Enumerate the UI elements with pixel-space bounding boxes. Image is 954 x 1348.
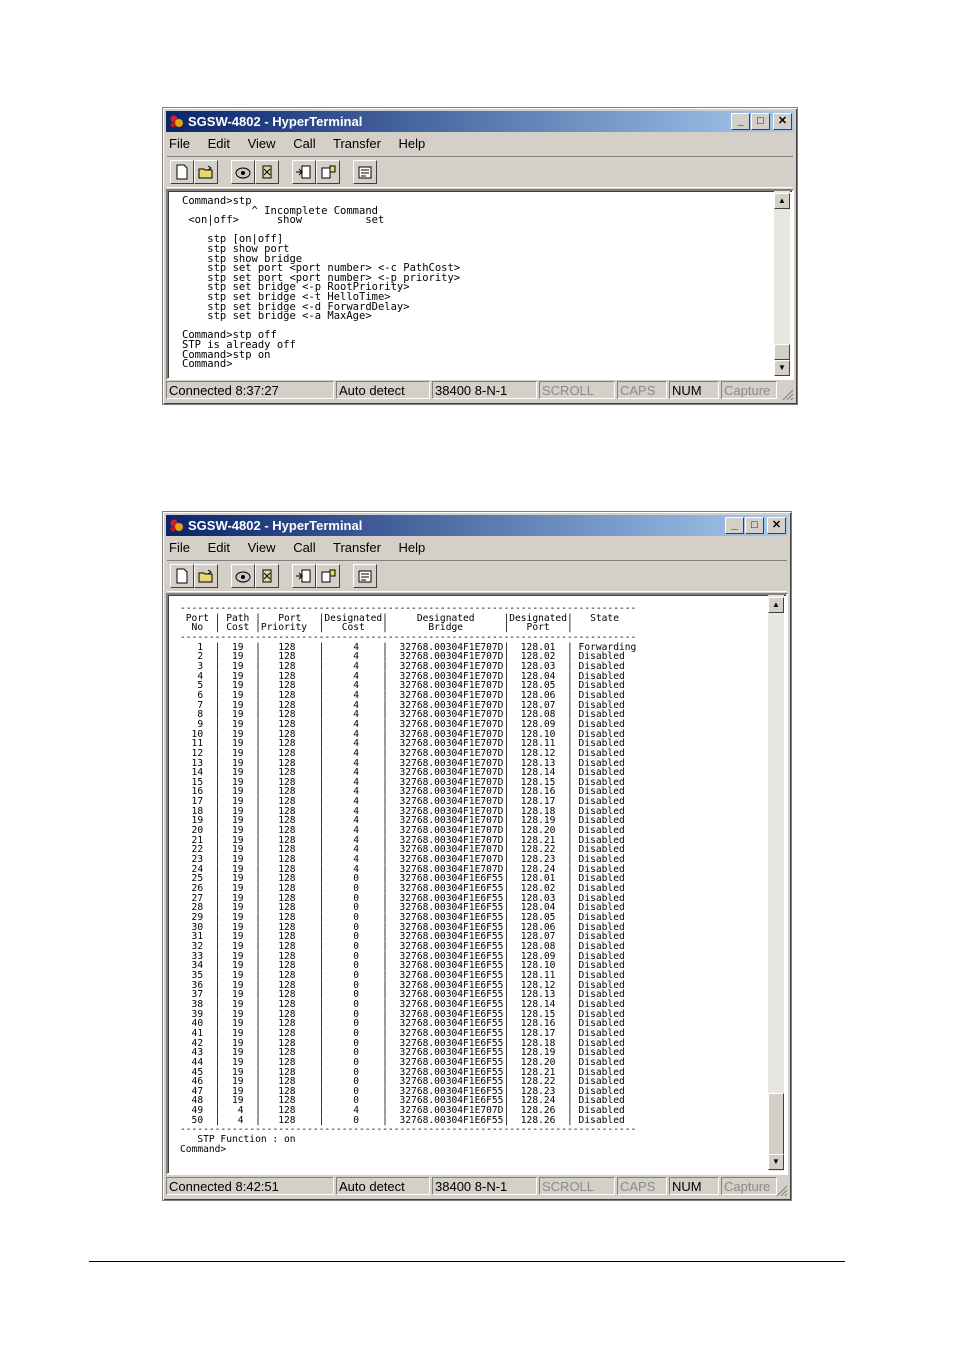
send-icon xyxy=(296,165,311,179)
menu-view[interactable]: View xyxy=(248,540,276,555)
scroll-down-button[interactable]: ▼ xyxy=(774,360,790,376)
terminal-output: Command>stp ^ Incomplete Command <on|off… xyxy=(182,196,460,371)
terminal-line: Command> xyxy=(180,1143,227,1155)
vertical-scrollbar[interactable]: ▲ ▼ xyxy=(768,595,784,1171)
minimize-button[interactable]: _ xyxy=(731,113,750,130)
terminal-line: Command> xyxy=(182,358,233,371)
receive-button[interactable] xyxy=(316,160,340,184)
menu-call[interactable]: Call xyxy=(293,540,315,555)
menu-file[interactable]: File xyxy=(169,540,190,555)
status-connected: Connected 8:42:51 xyxy=(166,1177,334,1195)
send-icon xyxy=(296,569,311,583)
resize-grip-icon[interactable] xyxy=(774,1183,788,1197)
connect-icon xyxy=(235,167,251,179)
menu-edit[interactable]: Edit xyxy=(208,540,230,555)
receive-button[interactable] xyxy=(316,564,340,588)
toolbar xyxy=(167,156,793,188)
connect-icon xyxy=(235,571,251,583)
disconnect-button[interactable] xyxy=(255,160,279,184)
receive-icon xyxy=(321,569,336,583)
properties-button[interactable] xyxy=(353,564,377,588)
toolbar xyxy=(167,560,787,592)
terminal-line: <on|off> show set xyxy=(182,214,385,227)
send-button[interactable] xyxy=(292,160,316,184)
title-bar[interactable]: SGSW-4802 - HyperTerminal _ □ ✕ xyxy=(166,515,788,536)
send-button[interactable] xyxy=(292,564,316,588)
status-scroll: SCROLL xyxy=(539,1177,615,1195)
status-detect: Auto detect xyxy=(336,381,430,399)
status-settings: 38400 8-N-1 xyxy=(432,381,537,399)
maximize-button[interactable]: □ xyxy=(751,113,770,130)
hyperterminal-window-1: SGSW-4802 - HyperTerminal _ □ ✕ File Edit … xyxy=(162,107,798,405)
properties-icon xyxy=(358,570,372,583)
menu-bar: File Edit View Call Transfer Help xyxy=(169,538,439,558)
open-button[interactable] xyxy=(194,160,218,184)
properties-icon xyxy=(358,166,372,179)
status-caps: CAPS xyxy=(617,381,667,399)
window-title: SGSW-4802 - HyperTerminal xyxy=(188,114,363,129)
scroll-thumb[interactable] xyxy=(768,1093,784,1155)
connect-button[interactable] xyxy=(231,564,255,588)
open-icon xyxy=(198,569,213,583)
status-num: NUM xyxy=(669,381,719,399)
new-button[interactable] xyxy=(170,160,194,184)
receive-icon xyxy=(321,165,336,179)
status-num: NUM xyxy=(669,1177,719,1195)
status-settings: 38400 8-N-1 xyxy=(432,1177,537,1195)
page-footer-rule xyxy=(89,1261,845,1262)
close-button[interactable]: ✕ xyxy=(767,517,786,534)
open-icon xyxy=(198,165,213,179)
disconnect-button[interactable] xyxy=(255,564,279,588)
hyperterminal-window-2: SGSW-4802 - HyperTerminal _ □ ✕ File Edit … xyxy=(162,511,792,1201)
menu-file[interactable]: File xyxy=(169,136,190,151)
menu-help[interactable]: Help xyxy=(399,136,426,151)
terminal-screen[interactable]: ----------------------------------------… xyxy=(166,593,788,1175)
minimize-button[interactable]: _ xyxy=(725,517,744,534)
menu-edit[interactable]: Edit xyxy=(208,136,230,151)
new-button[interactable] xyxy=(170,564,194,588)
terminal-output: ----------------------------------------… xyxy=(180,604,636,1154)
hyperterminal-icon xyxy=(170,115,183,128)
menu-call[interactable]: Call xyxy=(293,136,315,151)
menu-transfer[interactable]: Transfer xyxy=(333,540,381,555)
menu-help[interactable]: Help xyxy=(399,540,426,555)
status-connected: Connected 8:37:27 xyxy=(166,381,334,399)
scroll-down-button[interactable]: ▼ xyxy=(768,1154,784,1170)
connect-button[interactable] xyxy=(231,160,255,184)
open-button[interactable] xyxy=(194,564,218,588)
status-capture: Capture xyxy=(721,381,777,399)
window-title: SGSW-4802 - HyperTerminal xyxy=(188,518,363,533)
status-capture: Capture xyxy=(721,1177,777,1195)
status-caps: CAPS xyxy=(617,1177,667,1195)
terminal-line: stp set bridge <-a MaxAge> xyxy=(182,310,372,323)
status-bar: Connected 8:42:51 Auto detect 38400 8-N-… xyxy=(166,1177,788,1197)
properties-button[interactable] xyxy=(353,160,377,184)
status-scroll: SCROLL xyxy=(539,381,615,399)
menu-transfer[interactable]: Transfer xyxy=(333,136,381,151)
menu-bar: File Edit View Call Transfer Help xyxy=(169,134,439,154)
maximize-button[interactable]: □ xyxy=(745,517,764,534)
new-icon xyxy=(176,164,188,180)
vertical-scrollbar[interactable]: ▲ ▼ xyxy=(774,191,790,376)
new-icon xyxy=(176,568,188,584)
close-button[interactable]: ✕ xyxy=(773,113,792,130)
disconnect-icon xyxy=(262,569,272,583)
menu-view[interactable]: View xyxy=(248,136,276,151)
status-detect: Auto detect xyxy=(336,1177,430,1195)
scroll-up-button[interactable]: ▲ xyxy=(774,193,790,209)
scroll-thumb[interactable] xyxy=(774,344,790,360)
status-bar: Connected 8:37:27 Auto detect 38400 8-N-… xyxy=(166,381,794,401)
disconnect-icon xyxy=(262,165,272,179)
title-bar[interactable]: SGSW-4802 - HyperTerminal _ □ ✕ xyxy=(166,111,794,132)
resize-grip-icon[interactable] xyxy=(780,387,794,401)
scroll-up-button[interactable]: ▲ xyxy=(768,597,784,613)
terminal-screen[interactable]: Command>stp ^ Incomplete Command <on|off… xyxy=(166,189,794,380)
hyperterminal-icon xyxy=(170,519,183,532)
